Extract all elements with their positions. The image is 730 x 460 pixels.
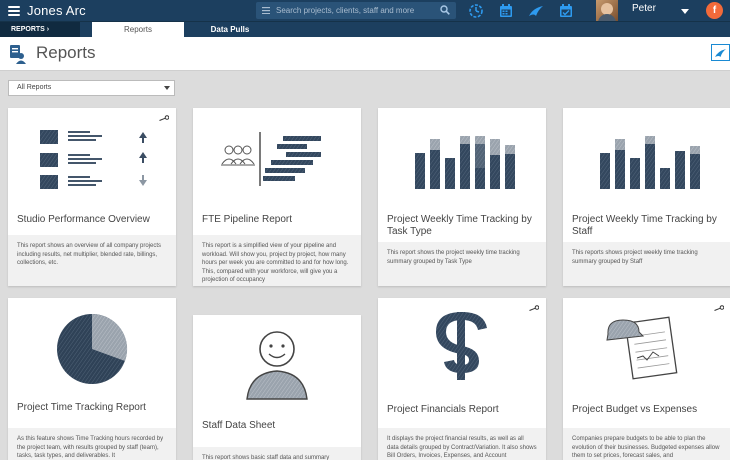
card-title: Studio Performance Overview bbox=[17, 214, 150, 225]
card-description: As this feature shows Time Tracking hour… bbox=[8, 428, 176, 460]
card-title: FTE Pipeline Report bbox=[202, 214, 293, 225]
app-title[interactable]: Jones Arc bbox=[27, 3, 86, 18]
chevron-down-icon bbox=[164, 86, 170, 90]
top-bar: Jones Arc Peter f bbox=[0, 0, 730, 21]
pie-chart-icon bbox=[57, 313, 128, 384]
report-card-budget-vs-expenses[interactable]: Project Budget vs Expenses Companies pre… bbox=[563, 298, 730, 460]
studio-performance-icon bbox=[40, 130, 147, 189]
calendar-check-icon[interactable] bbox=[558, 3, 574, 18]
bar-chart-icon bbox=[600, 136, 700, 189]
person-icon bbox=[246, 331, 308, 400]
page-header: Reports bbox=[0, 37, 730, 71]
calendar-icon[interactable] bbox=[498, 3, 514, 18]
report-filter-select[interactable]: All Reports bbox=[8, 80, 175, 96]
key-icon[interactable] bbox=[529, 305, 539, 311]
tab-data-pulls[interactable]: Data Pulls bbox=[184, 22, 276, 37]
card-description: This report shows the project weekly tim… bbox=[378, 242, 546, 286]
timer-icon[interactable] bbox=[468, 3, 484, 18]
card-description: This report shows an overview of all com… bbox=[8, 235, 176, 286]
chevron-down-icon[interactable] bbox=[681, 9, 689, 14]
key-icon[interactable] bbox=[714, 305, 724, 311]
report-card-studio-performance[interactable]: Studio Performance Overview This report … bbox=[8, 108, 176, 286]
pipeline-icon bbox=[221, 132, 321, 186]
card-title: Project Budget vs Expenses bbox=[572, 404, 698, 415]
filter-selected-value: All Reports bbox=[17, 84, 52, 91]
tracking-icon bbox=[715, 48, 726, 57]
search-input[interactable] bbox=[276, 6, 436, 15]
card-description: It displays the project financial result… bbox=[378, 428, 546, 460]
search-box[interactable] bbox=[256, 2, 456, 19]
avatar[interactable] bbox=[596, 0, 618, 21]
card-title: Project Weekly Time Tracking by Task Typ… bbox=[387, 214, 532, 237]
card-description: This report is a simplified view of your… bbox=[193, 235, 361, 286]
tracking-button[interactable] bbox=[711, 44, 730, 61]
report-card-time-tracking[interactable]: Project Time Tracking Report As this fea… bbox=[8, 298, 176, 460]
key-icon[interactable] bbox=[159, 115, 169, 121]
list-icon bbox=[262, 7, 270, 14]
tracking-icon[interactable] bbox=[528, 3, 544, 18]
report-card-fte-pipeline[interactable]: FTE Pipeline Report This report is a sim… bbox=[193, 108, 361, 286]
tab-reports[interactable]: Reports bbox=[92, 22, 184, 37]
search-icon[interactable] bbox=[440, 5, 450, 15]
page-title: Reports bbox=[36, 43, 96, 62]
card-title: Project Weekly Time Tracking by Staff bbox=[572, 214, 717, 237]
card-title: Project Time Tracking Report bbox=[17, 402, 146, 413]
report-card-staff-data-sheet[interactable]: Staff Data Sheet This report shows basic… bbox=[193, 315, 361, 460]
breadcrumb[interactable]: REPORTS › bbox=[0, 22, 80, 37]
report-icon bbox=[10, 45, 26, 64]
report-card-project-financials[interactable]: Project Financials Report It displays th… bbox=[378, 298, 546, 460]
report-card-weekly-staff[interactable]: Project Weekly Time Tracking by Staff Th… bbox=[563, 108, 730, 286]
brand-badge[interactable]: f bbox=[706, 2, 723, 19]
user-name[interactable]: Peter bbox=[632, 3, 656, 14]
card-description: Companies prepare budgets to be able to … bbox=[563, 428, 730, 460]
menu-icon[interactable] bbox=[8, 5, 20, 16]
bar-chart-icon bbox=[415, 136, 515, 189]
card-description: This report shows basic staff data and s… bbox=[193, 447, 361, 460]
report-card-weekly-task-type[interactable]: Project Weekly Time Tracking by Task Typ… bbox=[378, 108, 546, 286]
dollar-icon bbox=[436, 312, 487, 380]
card-description: This reports shows project weekly time t… bbox=[563, 242, 730, 286]
clipboard-icon bbox=[606, 316, 678, 380]
card-title: Staff Data Sheet bbox=[202, 420, 276, 431]
card-title: Project Financials Report bbox=[387, 404, 499, 415]
sub-nav: REPORTS › Reports Data Pulls bbox=[0, 21, 730, 37]
